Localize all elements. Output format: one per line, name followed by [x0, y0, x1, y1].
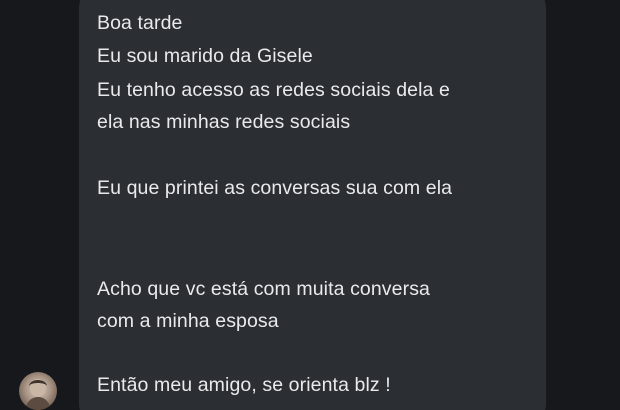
message-line: ela nas minhas redes sociais	[97, 111, 351, 133]
avatar-photo-icon	[25, 379, 51, 410]
message-line: Acho que vc está com muita conversa	[97, 278, 430, 300]
message-line: com a minha esposa	[97, 310, 279, 332]
contact-avatar[interactable]	[19, 372, 57, 410]
message-line: Eu tenho acesso as redes sociais dela e	[97, 79, 450, 101]
message-line: Eu que printei as conversas sua com ela	[97, 177, 453, 199]
message-line: Então meu amigo, se orienta blz !	[97, 374, 391, 396]
chat-screen: Boa tarde Eu sou marido da Gisele Eu ten…	[0, 0, 620, 410]
message-line: Boa tarde	[97, 12, 183, 34]
message-line: Eu sou marido da Gisele	[97, 45, 313, 67]
